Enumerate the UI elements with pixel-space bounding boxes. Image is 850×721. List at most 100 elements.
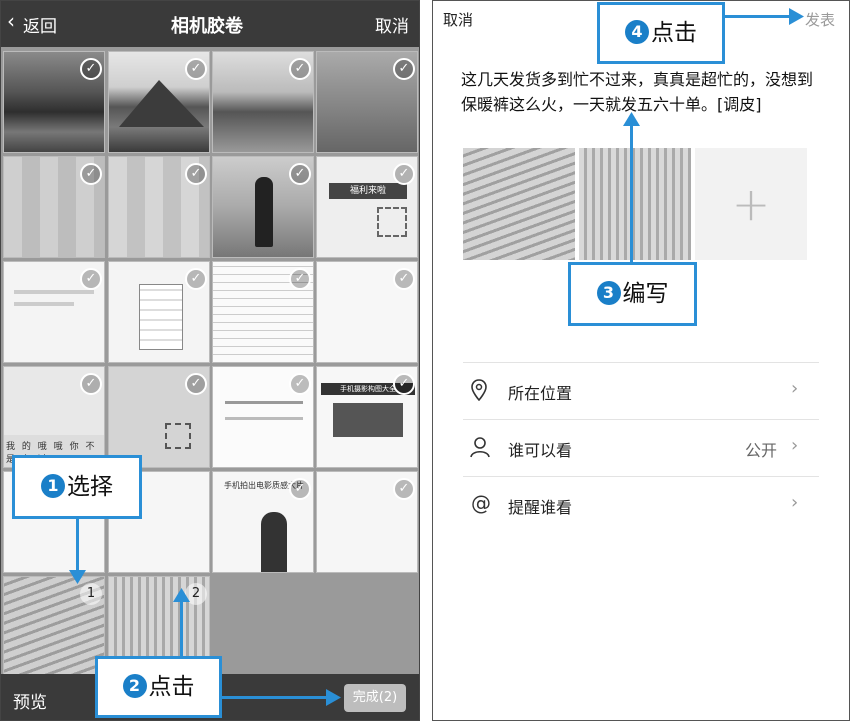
- text-line: [14, 302, 74, 306]
- back-button[interactable]: 返回: [23, 12, 57, 37]
- attached-photo-2[interactable]: [579, 148, 691, 260]
- select-circle-icon[interactable]: ✓: [185, 268, 207, 290]
- promo-title: 福利来啦: [329, 183, 407, 199]
- lecture-thumbnail[interactable]: 手机拍出电影质感大片 ✓: [212, 471, 314, 573]
- preview-button[interactable]: 预览: [13, 688, 47, 713]
- arrow-line: [222, 696, 328, 699]
- photo-thumbnail-blurred[interactable]: ✓: [108, 156, 210, 258]
- select-circle-icon[interactable]: ✓: [80, 58, 102, 80]
- callout-step-3: 3 编写: [568, 262, 697, 326]
- photo-thumbnail-blurred[interactable]: ✓: [3, 156, 105, 258]
- form-photo-thumbnail[interactable]: ✓: [108, 366, 210, 468]
- location-label: 所在位置: [508, 384, 573, 403]
- chevron-right-icon: ›: [791, 492, 799, 513]
- remind-row[interactable]: @ 提醒谁看 ›: [433, 477, 849, 533]
- select-circle-icon[interactable]: ✓: [393, 478, 415, 500]
- select-circle-icon[interactable]: ✓: [80, 163, 102, 185]
- select-circle-icon[interactable]: ✓: [289, 163, 311, 185]
- selection-number-badge[interactable]: 1: [80, 583, 102, 605]
- picker-header: ‹ 返回 相机胶卷 取消: [1, 1, 419, 47]
- visibility-row[interactable]: 谁可以看 公开 ›: [433, 420, 849, 476]
- table-screenshot-thumbnail[interactable]: ✓: [212, 261, 314, 363]
- article-thumbnail[interactable]: ✓: [212, 366, 314, 468]
- callout-text: 点击: [148, 674, 195, 700]
- location-pin-icon: [471, 379, 487, 401]
- select-circle-icon[interactable]: ✓: [80, 268, 102, 290]
- receipt-photo-selected-1[interactable]: 1: [3, 576, 105, 676]
- mountain-shape: [119, 80, 204, 127]
- photo-thumbnail[interactable]: ✓: [3, 51, 105, 153]
- visibility-value: 公开: [745, 441, 778, 460]
- page-title: 相机胶卷: [171, 16, 243, 37]
- back-chevron-icon[interactable]: ‹: [7, 9, 15, 33]
- step-number: 4: [625, 20, 649, 44]
- chevron-right-icon: ›: [791, 378, 799, 399]
- select-circle-icon[interactable]: ✓: [289, 478, 311, 500]
- arrow-line: [76, 519, 79, 573]
- arrow-line: [180, 600, 183, 656]
- screenshot-thumbnail[interactable]: ✓: [3, 261, 105, 363]
- attached-photo-1[interactable]: [463, 148, 575, 260]
- arrow-head-icon: [173, 588, 190, 602]
- select-circle-icon[interactable]: ✓: [393, 268, 415, 290]
- select-circle-icon[interactable]: ✓: [393, 163, 415, 185]
- photo-thumbnail[interactable]: ✓: [108, 51, 210, 153]
- chat-screenshot-thumbnail[interactable]: 我 的 哦 哦 你 不 是 有 过 ✓: [3, 366, 105, 468]
- select-circle-icon[interactable]: ✓: [185, 163, 207, 185]
- qr-code: [377, 207, 407, 237]
- done-button[interactable]: 完成(2): [344, 684, 406, 712]
- publish-button[interactable]: 发表: [805, 9, 835, 30]
- select-circle-icon[interactable]: ✓: [289, 373, 311, 395]
- arrow-head-icon: [623, 112, 640, 126]
- location-row[interactable]: 所在位置 ›: [433, 363, 849, 419]
- callout-text: 编写: [622, 281, 669, 307]
- text-line: [225, 401, 303, 404]
- visibility-label: 谁可以看: [508, 441, 573, 460]
- arrow-head-icon: [789, 8, 804, 25]
- photo-thumbnail[interactable]: ✓: [212, 51, 314, 153]
- person-silhouette: [261, 512, 287, 572]
- cancel-button[interactable]: 取消: [443, 9, 473, 30]
- select-circle-icon[interactable]: ✓: [185, 373, 207, 395]
- photo-thumbnail-promo[interactable]: 福利来啦 ✓: [316, 156, 418, 258]
- callout-step-4: 4 点击: [597, 2, 725, 64]
- screenshot-thumbnail[interactable]: ✓: [316, 261, 418, 363]
- remind-label: 提醒谁看: [508, 498, 573, 517]
- key: 我: [6, 442, 18, 452]
- arrow-line: [725, 15, 791, 18]
- post-text-input[interactable]: 这几天发货多到忙不过来，真真是超忙的，没想到保暖裤这么火，一天就发五六十单。[调…: [461, 67, 821, 117]
- at-icon: @: [471, 491, 491, 515]
- step-number: 1: [41, 474, 65, 498]
- callout-text: 选择: [67, 474, 113, 500]
- key: 不: [85, 442, 97, 452]
- sweater-thumbnail[interactable]: ✓: [108, 261, 210, 363]
- key: 的: [21, 442, 33, 452]
- add-photo-button[interactable]: +: [695, 148, 807, 260]
- key: 哦: [53, 442, 65, 452]
- photo-thumbnail[interactable]: ✓: [316, 51, 418, 153]
- select-circle-icon[interactable]: ✓: [185, 58, 207, 80]
- select-circle-icon[interactable]: ✓: [393, 373, 415, 395]
- cancel-button[interactable]: 取消: [375, 12, 409, 37]
- chevron-right-icon: ›: [791, 435, 799, 456]
- select-circle-icon[interactable]: ✓: [289, 58, 311, 80]
- step-number: 2: [122, 674, 147, 698]
- article-thumbnail[interactable]: 手机摄影构图大全 ✓: [316, 366, 418, 468]
- photo-thumbnail-person[interactable]: ✓: [212, 156, 314, 258]
- select-circle-icon[interactable]: ✓: [80, 373, 102, 395]
- arrow-head-icon: [69, 570, 86, 584]
- select-circle-icon[interactable]: ✓: [289, 268, 311, 290]
- step-number: 3: [596, 281, 621, 305]
- callout-text: 点击: [651, 20, 697, 46]
- text-line: [14, 290, 94, 294]
- sweater-image: [139, 284, 183, 350]
- article-image: [333, 403, 403, 437]
- person-icon: [470, 437, 490, 458]
- arrow-head-icon: [326, 689, 341, 706]
- select-circle-icon[interactable]: ✓: [393, 58, 415, 80]
- text-line: [225, 417, 303, 420]
- key: 你: [69, 442, 81, 452]
- arrow-line: [630, 124, 633, 262]
- photo-picker-screen: ‹ 返回 相机胶卷 取消 ✓ ✓ ✓ ✓ ✓ ✓ ✓ 福利来啦 ✓ ✓ ✓ ✓ …: [0, 0, 420, 721]
- article-thumbnail[interactable]: ✓: [316, 471, 418, 573]
